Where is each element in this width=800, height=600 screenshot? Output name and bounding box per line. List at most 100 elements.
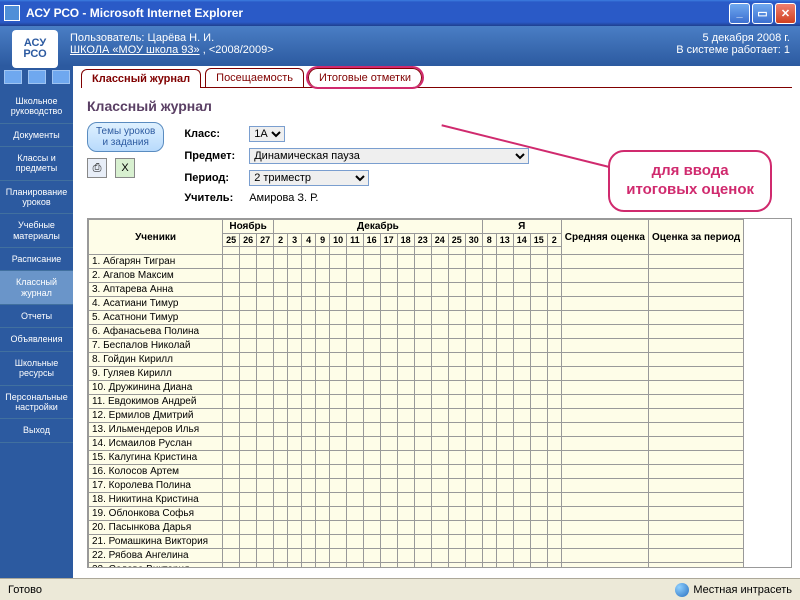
grade-cell[interactable] [397,353,414,367]
grade-cell[interactable] [397,563,414,569]
grade-cell[interactable] [448,465,465,479]
grade-cell[interactable] [316,521,330,535]
sidebar-item-0[interactable]: Школьное руководство [0,90,73,124]
grade-cell[interactable] [316,297,330,311]
grade-cell[interactable] [257,493,274,507]
grade-cell[interactable] [330,311,347,325]
excel-icon[interactable]: X [115,158,135,178]
grade-cell[interactable] [431,269,448,283]
grade-cell[interactable] [414,283,431,297]
grade-cell[interactable] [465,297,482,311]
grade-cell[interactable] [274,339,288,353]
grade-cell[interactable] [397,381,414,395]
grade-cell[interactable] [482,283,496,297]
grade-cell[interactable] [240,549,257,563]
grade-cell[interactable] [330,521,347,535]
grade-cell[interactable] [448,311,465,325]
grade-cell[interactable] [274,269,288,283]
grade-cell[interactable] [496,297,513,311]
grade-cell[interactable] [257,381,274,395]
themes-button[interactable]: Темы уроков и задания [87,122,164,152]
grade-cell[interactable] [530,255,547,269]
grade-cell[interactable] [431,451,448,465]
grade-cell[interactable] [274,437,288,451]
grade-cell[interactable] [465,283,482,297]
grade-cell[interactable] [431,465,448,479]
grade-cell[interactable] [448,367,465,381]
grade-cell[interactable] [397,549,414,563]
grade-cell[interactable] [240,521,257,535]
grade-cell[interactable] [257,255,274,269]
grade-cell[interactable] [465,311,482,325]
grade-cell[interactable] [397,269,414,283]
grade-cell[interactable] [302,325,316,339]
grade-cell[interactable] [431,311,448,325]
grade-cell[interactable] [223,283,240,297]
grade-cell[interactable] [397,521,414,535]
grade-cell[interactable] [530,493,547,507]
grade-cell[interactable] [414,381,431,395]
grade-cell[interactable] [465,409,482,423]
grade-cell[interactable] [288,563,302,569]
grade-cell[interactable] [530,395,547,409]
grade-cell[interactable] [223,451,240,465]
grade-cell[interactable] [414,451,431,465]
grade-cell[interactable] [414,535,431,549]
grade-cell[interactable] [302,367,316,381]
grade-cell[interactable] [257,437,274,451]
grade-cell[interactable] [465,423,482,437]
grade-cell[interactable] [397,493,414,507]
grade-cell[interactable] [465,367,482,381]
grade-cell[interactable] [448,297,465,311]
grade-cell[interactable] [274,283,288,297]
grade-cell[interactable] [288,549,302,563]
grade-cell[interactable] [530,563,547,569]
grade-cell[interactable] [448,409,465,423]
grade-cell[interactable] [431,325,448,339]
grade-cell[interactable] [414,339,431,353]
grade-cell[interactable] [482,269,496,283]
grade-cell[interactable] [496,437,513,451]
grade-cell[interactable] [397,465,414,479]
grade-cell[interactable] [302,507,316,521]
grade-cell[interactable] [330,479,347,493]
grade-cell[interactable] [288,311,302,325]
grade-cell[interactable] [288,367,302,381]
grade-cell[interactable] [363,381,380,395]
grade-cell[interactable] [380,339,397,353]
grade-cell[interactable] [316,409,330,423]
grade-cell[interactable] [448,423,465,437]
grade-cell[interactable] [547,563,561,569]
grade-cell[interactable] [288,325,302,339]
grade-cell[interactable] [547,325,561,339]
sidebar-item-2[interactable]: Классы и предметы [0,147,73,181]
grade-cell[interactable] [240,563,257,569]
grade-cell[interactable] [431,353,448,367]
grade-cell[interactable] [431,395,448,409]
grade-cell[interactable] [397,283,414,297]
grade-cell[interactable] [482,563,496,569]
grade-cell[interactable] [547,549,561,563]
grade-cell[interactable] [363,535,380,549]
grade-cell[interactable] [414,353,431,367]
sidebar-item-11[interactable]: Выход [0,419,73,442]
grade-cell[interactable] [448,521,465,535]
grade-cell[interactable] [513,255,530,269]
grade-cell[interactable] [397,395,414,409]
grade-cell[interactable] [274,423,288,437]
tab-2[interactable]: Итоговые отметки [308,68,422,87]
grade-cell[interactable] [431,563,448,569]
grade-cell[interactable] [380,423,397,437]
grade-cell[interactable] [414,395,431,409]
grade-cell[interactable] [240,451,257,465]
grade-cell[interactable] [347,437,364,451]
grade-cell[interactable] [414,269,431,283]
grade-cell[interactable] [288,493,302,507]
grade-cell[interactable] [530,423,547,437]
grade-cell[interactable] [330,493,347,507]
grade-cell[interactable] [513,395,530,409]
grade-cell[interactable] [513,521,530,535]
grade-cell[interactable] [240,535,257,549]
grade-cell[interactable] [288,451,302,465]
grade-cell[interactable] [316,549,330,563]
